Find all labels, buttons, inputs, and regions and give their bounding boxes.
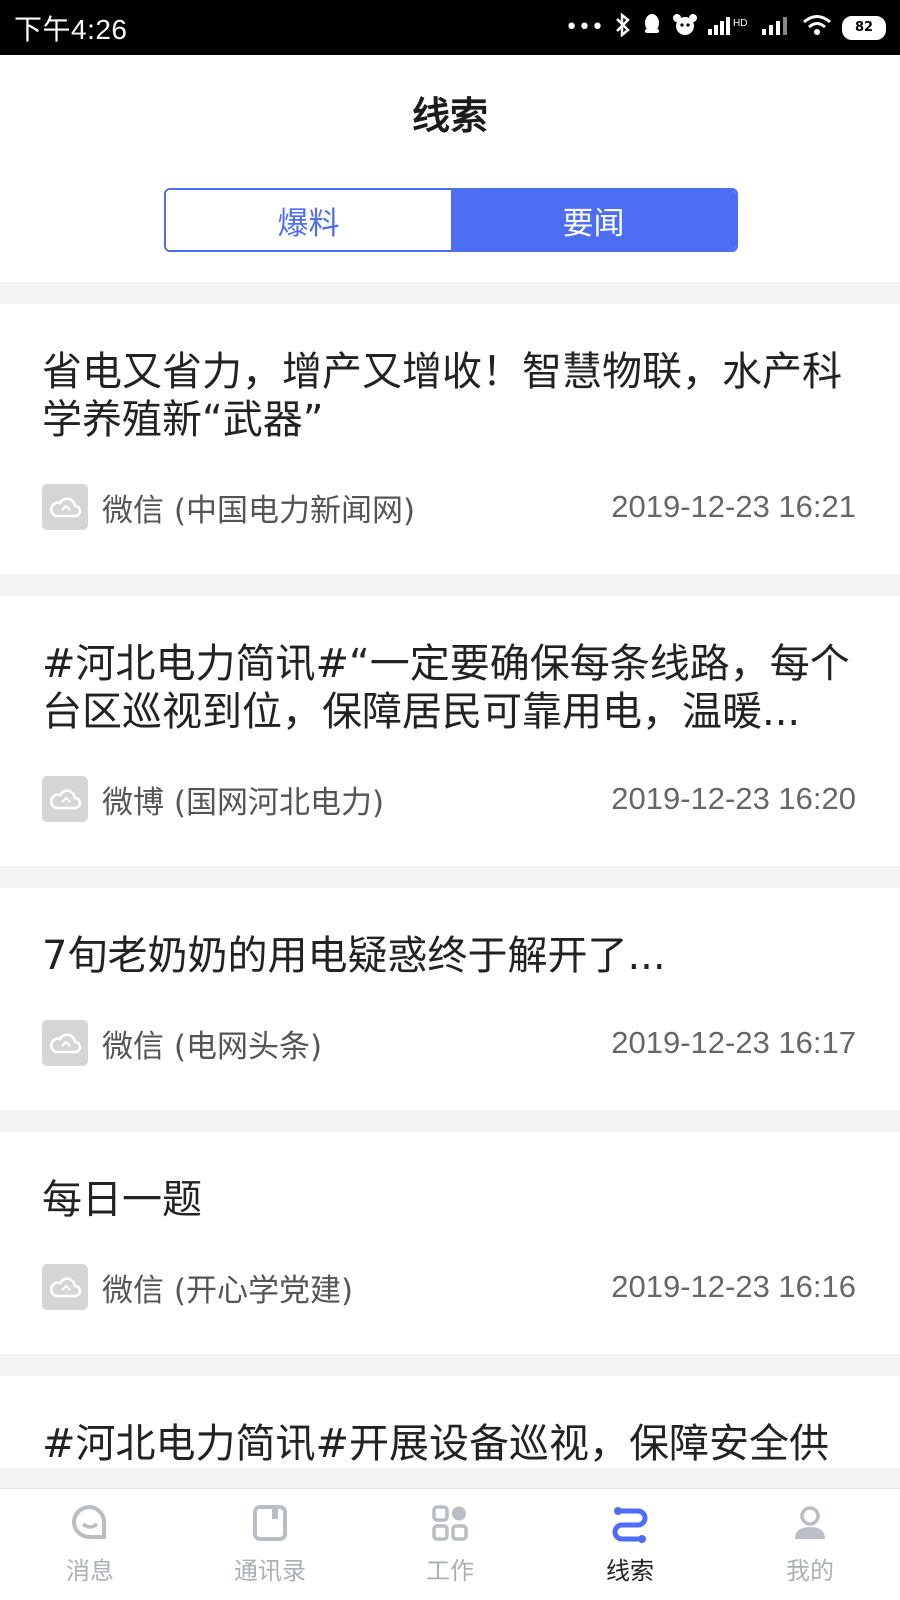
news-title: 7旬老奶奶的用电疑惑终于解开了... bbox=[42, 933, 666, 979]
segment-tab-yaowen[interactable]: 要闻 bbox=[451, 190, 736, 250]
tab-work[interactable]: 工作 bbox=[360, 1489, 540, 1600]
news-title: 省电又省力，增产又增收！智慧物联，水产科学养殖新“武器” bbox=[42, 349, 842, 443]
news-meta: 微博 (国网河北电力) 2019-12-23 16:20 bbox=[42, 736, 856, 866]
news-feed: 省电又省力，增产又增收！智慧物联，水产科学养殖新“武器” 微信 (中国电力新闻网… bbox=[0, 282, 900, 1468]
news-card[interactable]: 每日一题 微信 (开心学党建) 2019-12-23 16:16 bbox=[0, 1132, 900, 1354]
status-time: 下午4:26 bbox=[14, 13, 128, 45]
source-cloud-icon bbox=[42, 1264, 88, 1310]
tab-label: 线索 bbox=[606, 1557, 654, 1585]
news-card[interactable]: #河北电力简讯#开展设备巡视，保障安全供 bbox=[0, 1376, 900, 1468]
source-cloud-icon bbox=[42, 1020, 88, 1066]
news-meta: 微信 (开心学党建) 2019-12-23 16:16 bbox=[42, 1224, 856, 1354]
tab-label: 我的 bbox=[786, 1557, 834, 1585]
news-card[interactable]: 7旬老奶奶的用电疑惑终于解开了... 微信 (电网头条) 2019-12-23 … bbox=[0, 888, 900, 1110]
tab-label: 通讯录 bbox=[234, 1557, 306, 1585]
source-label: 微信 (开心学党建) bbox=[102, 1272, 354, 1309]
news-source: 微信 (开心学党建) bbox=[42, 1264, 353, 1310]
battery-icon: 82 bbox=[842, 15, 886, 40]
tab-label: 消息 bbox=[66, 1557, 114, 1585]
source-label: 微博 (国网河北电力) bbox=[102, 784, 385, 821]
wifi-icon bbox=[802, 13, 832, 42]
segmented-control: 爆料 要闻 bbox=[164, 188, 738, 252]
tab-label: 工作 bbox=[426, 1557, 474, 1585]
tab-mine[interactable]: 我的 bbox=[720, 1489, 900, 1600]
bottom-tab-bar: 消息 通讯录 工作 线索 我的 bbox=[0, 1488, 900, 1600]
signal-hd-icon: HD bbox=[708, 13, 752, 42]
segment-tab-baoliao[interactable]: 爆料 bbox=[166, 190, 451, 250]
qq-icon bbox=[642, 13, 662, 42]
source-label: 微信 (中国电力新闻网) bbox=[102, 492, 416, 529]
news-title: 每日一题 bbox=[42, 1177, 202, 1223]
page-title: 线索 bbox=[411, 94, 488, 138]
clue-icon bbox=[610, 1503, 650, 1543]
news-title: #河北电力简讯#“一定要确保每条线路，每个台区巡视到位，保障居民可靠用电，温暖.… bbox=[42, 641, 850, 735]
news-source: 微信 (电网头条) bbox=[42, 1020, 322, 1066]
tab-contacts[interactable]: 通讯录 bbox=[180, 1489, 360, 1600]
news-time: 2019-12-23 16:16 bbox=[611, 1269, 856, 1304]
svg-text:HD: HD bbox=[733, 18, 747, 29]
tab-messages[interactable]: 消息 bbox=[0, 1489, 180, 1600]
apps-grid-icon bbox=[430, 1503, 470, 1543]
tab-clues[interactable]: 线索 bbox=[540, 1489, 720, 1600]
news-meta: 微信 (电网头条) 2019-12-23 16:17 bbox=[42, 980, 856, 1110]
person-icon bbox=[790, 1503, 830, 1543]
status-icons: ••• HD 82 bbox=[565, 12, 886, 42]
contacts-icon bbox=[250, 1503, 290, 1543]
news-card[interactable]: #河北电力简讯#“一定要确保每条线路，每个台区巡视到位，保障居民可靠用电，温暖.… bbox=[0, 596, 900, 866]
bluetooth-icon bbox=[614, 12, 632, 42]
source-cloud-icon bbox=[42, 484, 88, 530]
more-dots-icon: ••• bbox=[565, 14, 604, 40]
status-bar: 下午4:26 ••• HD 82 bbox=[0, 0, 900, 55]
news-time: 2019-12-23 16:20 bbox=[611, 781, 856, 816]
news-time: 2019-12-23 16:17 bbox=[611, 1025, 856, 1060]
news-meta: 微信 (中国电力新闻网) 2019-12-23 16:21 bbox=[42, 444, 856, 574]
source-label: 微信 (电网头条) bbox=[102, 1028, 323, 1065]
app-notification-icon bbox=[672, 13, 698, 42]
news-source: 微博 (国网河北电力) bbox=[42, 776, 384, 822]
signal-icon bbox=[762, 13, 792, 42]
news-card[interactable]: 省电又省力，增产又增收！智慧物联，水产科学养殖新“武器” 微信 (中国电力新闻网… bbox=[0, 304, 900, 574]
header: 线索 爆料 要闻 bbox=[0, 55, 900, 282]
source-cloud-icon bbox=[42, 776, 88, 822]
screen: 下午4:26 ••• HD 82 线索 爆料 要闻 省电又省力，增产又增收！智慧… bbox=[0, 0, 900, 1600]
news-title: #河北电力简讯#开展设备巡视，保障安全供 bbox=[42, 1421, 830, 1467]
news-time: 2019-12-23 16:21 bbox=[611, 489, 856, 524]
news-source: 微信 (中国电力新闻网) bbox=[42, 484, 415, 530]
message-icon bbox=[70, 1503, 110, 1543]
